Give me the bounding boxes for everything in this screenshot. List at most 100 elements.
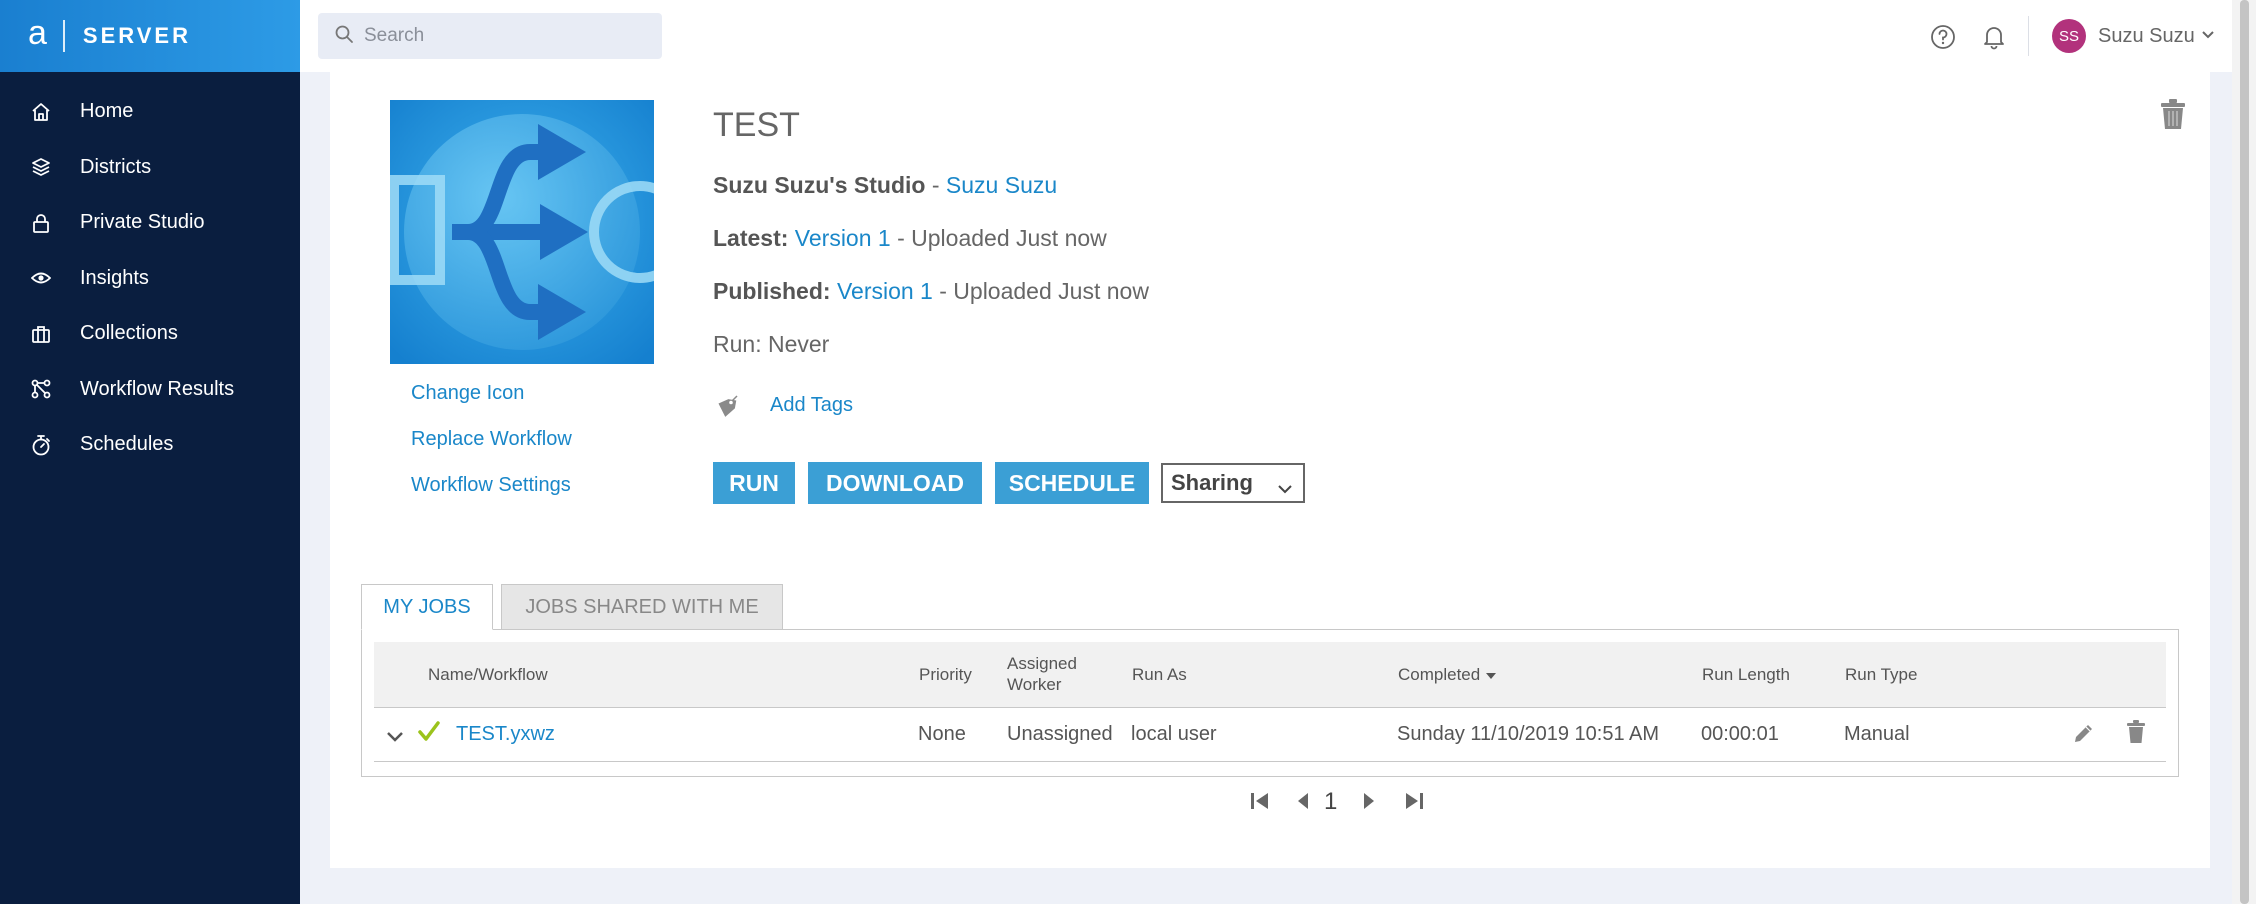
sidebar-item-label: Districts <box>80 155 152 178</box>
next-page-icon[interactable] <box>1362 792 1376 810</box>
column-header-priority[interactable]: Priority <box>919 664 972 685</box>
brand-divider <box>62 20 65 52</box>
sidebar-item-districts[interactable]: Districts <box>0 140 300 196</box>
chevron-down-icon <box>2201 27 2215 45</box>
workflow-settings-link[interactable]: Workflow Settings <box>411 474 571 497</box>
sidebar-item-home[interactable]: Home <box>0 84 300 140</box>
delete-job-icon[interactable] <box>2126 720 2146 750</box>
replace-workflow-link[interactable]: Replace Workflow <box>411 428 572 451</box>
previous-page-icon[interactable] <box>1296 792 1310 810</box>
workflow-icon <box>30 378 52 400</box>
scrollbar-thumb[interactable] <box>2240 0 2249 904</box>
brand-logo-letter: a <box>28 14 47 52</box>
sidebar-item-insights[interactable]: Insights <box>0 251 300 307</box>
topbar-divider <box>2028 16 2029 56</box>
bell-icon[interactable] <box>1982 24 2006 55</box>
eye-icon <box>30 267 52 289</box>
sidebar-item-private-studio[interactable]: Private Studio <box>0 195 300 251</box>
first-page-icon[interactable] <box>1250 792 1270 810</box>
job-run-type: Manual <box>1844 723 1910 745</box>
column-header-worker-line2: Worker <box>1007 675 1062 694</box>
latest-label: Latest: <box>713 225 789 251</box>
sharing-selected-value: Sharing <box>1171 470 1253 495</box>
latest-upload-note: - Uploaded Just now <box>890 225 1107 251</box>
published-label: Published: <box>713 278 831 304</box>
workflow-title: TEST <box>713 106 800 144</box>
job-run-as: local user <box>1131 723 1217 745</box>
sidebar-item-label: Home <box>80 100 134 123</box>
tab-jobs-shared-with-me[interactable]: JOBS SHARED WITH ME <box>501 584 783 630</box>
published-version-link[interactable]: Version 1 <box>837 278 933 304</box>
home-icon <box>30 101 52 123</box>
sidebar-item-label: Private Studio <box>80 211 205 234</box>
layers-icon <box>30 156 52 178</box>
sidebar-item-workflow-results[interactable]: Workflow Results <box>0 362 300 418</box>
jobs-table-header: Name/Workflow Priority Assigned Worker R… <box>374 642 2166 708</box>
column-header-worker-line1: Assigned <box>1007 654 1077 673</box>
table-row: TEST.yxwz None Unassigned local user Sun… <box>374 708 2166 762</box>
lock-icon <box>30 212 52 234</box>
delete-workflow-icon[interactable] <box>2160 98 2186 135</box>
chevron-down-icon <box>1277 475 1293 501</box>
brand-header[interactable]: a SERVER <box>0 0 300 72</box>
job-priority: None <box>918 723 966 745</box>
user-menu[interactable]: SS Suzu Suzu <box>2052 19 2215 53</box>
sidebar-item-collections[interactable]: Collections <box>0 306 300 362</box>
latest-version-link[interactable]: Version 1 <box>795 225 891 251</box>
job-name-link[interactable]: TEST.yxwz <box>456 723 555 746</box>
column-header-completed[interactable]: Completed <box>1398 664 1497 685</box>
page-scrollbar[interactable] <box>2232 0 2256 904</box>
stopwatch-icon <box>30 434 52 456</box>
job-completed: Sunday 11/10/2019 10:51 AM <box>1397 723 1660 745</box>
column-header-name[interactable]: Name/Workflow <box>428 664 548 685</box>
owner-link[interactable]: Suzu Suzu <box>946 172 1057 198</box>
column-header-run-as[interactable]: Run As <box>1132 664 1187 685</box>
latest-version-line: Latest: Version 1 - Uploaded Just now <box>713 225 1107 252</box>
sidebar-item-label: Collections <box>80 322 178 345</box>
briefcase-icon <box>30 323 52 345</box>
published-upload-note: - Uploaded Just now <box>932 278 1149 304</box>
job-run-length: 00:00:01 <box>1701 723 1779 745</box>
workflow-detail-card: Change Icon Replace Workflow Workflow Se… <box>330 72 2210 868</box>
column-header-run-length[interactable]: Run Length <box>1702 664 1790 685</box>
top-bar: SS Suzu Suzu <box>300 0 2232 72</box>
run-status: Run: Never <box>713 331 830 357</box>
sidebar-item-label: Insights <box>80 266 149 289</box>
help-icon[interactable] <box>1930 24 1956 55</box>
current-page-number[interactable]: 1 <box>1324 788 1337 816</box>
avatar: SS <box>2052 19 2086 53</box>
tag-icon <box>715 395 739 424</box>
brand-name: SERVER <box>82 23 191 48</box>
studio-separator: - <box>925 172 946 198</box>
sidebar-item-label: Workflow Results <box>80 377 235 400</box>
studio-line: Suzu Suzu's Studio - Suzu Suzu <box>713 172 1057 199</box>
search-icon <box>334 24 354 49</box>
last-page-icon[interactable] <box>1404 792 1424 810</box>
run-button[interactable]: RUN <box>713 462 795 504</box>
search-input[interactable] <box>364 25 644 47</box>
schedule-button[interactable]: SCHEDULE <box>995 462 1149 504</box>
add-tags-link[interactable]: Add Tags <box>770 394 853 417</box>
search-box[interactable] <box>318 13 662 59</box>
column-header-run-type[interactable]: Run Type <box>1845 664 1917 685</box>
job-worker: Unassigned <box>1007 723 1113 745</box>
published-version-line: Published: Version 1 - Uploaded Just now <box>713 278 1149 305</box>
change-icon-link[interactable]: Change Icon <box>411 382 524 405</box>
edit-pencil-icon[interactable] <box>2072 721 2096 751</box>
column-header-completed-label: Completed <box>1398 665 1481 684</box>
user-name: Suzu Suzu <box>2098 24 2195 47</box>
expand-row-icon[interactable] <box>386 726 404 749</box>
sidebar: a SERVER Home Districts Private Studio I… <box>0 0 300 904</box>
tab-my-jobs[interactable]: MY JOBS <box>361 584 493 630</box>
workflow-thumbnail <box>389 100 691 364</box>
success-check-icon <box>418 720 440 748</box>
sharing-select[interactable]: Sharing <box>1161 463 1305 503</box>
sidebar-nav: Home Districts Private Studio Insights C… <box>0 72 300 473</box>
sidebar-item-schedules[interactable]: Schedules <box>0 417 300 473</box>
download-button[interactable]: DOWNLOAD <box>808 462 982 504</box>
studio-name: Suzu Suzu's Studio <box>713 172 926 198</box>
jobs-table-panel: Name/Workflow Priority Assigned Worker R… <box>361 629 2179 777</box>
sidebar-item-label: Schedules <box>80 433 174 456</box>
column-header-assigned-worker[interactable]: Assigned Worker <box>1007 653 1077 695</box>
sort-desc-icon <box>1485 665 1497 684</box>
